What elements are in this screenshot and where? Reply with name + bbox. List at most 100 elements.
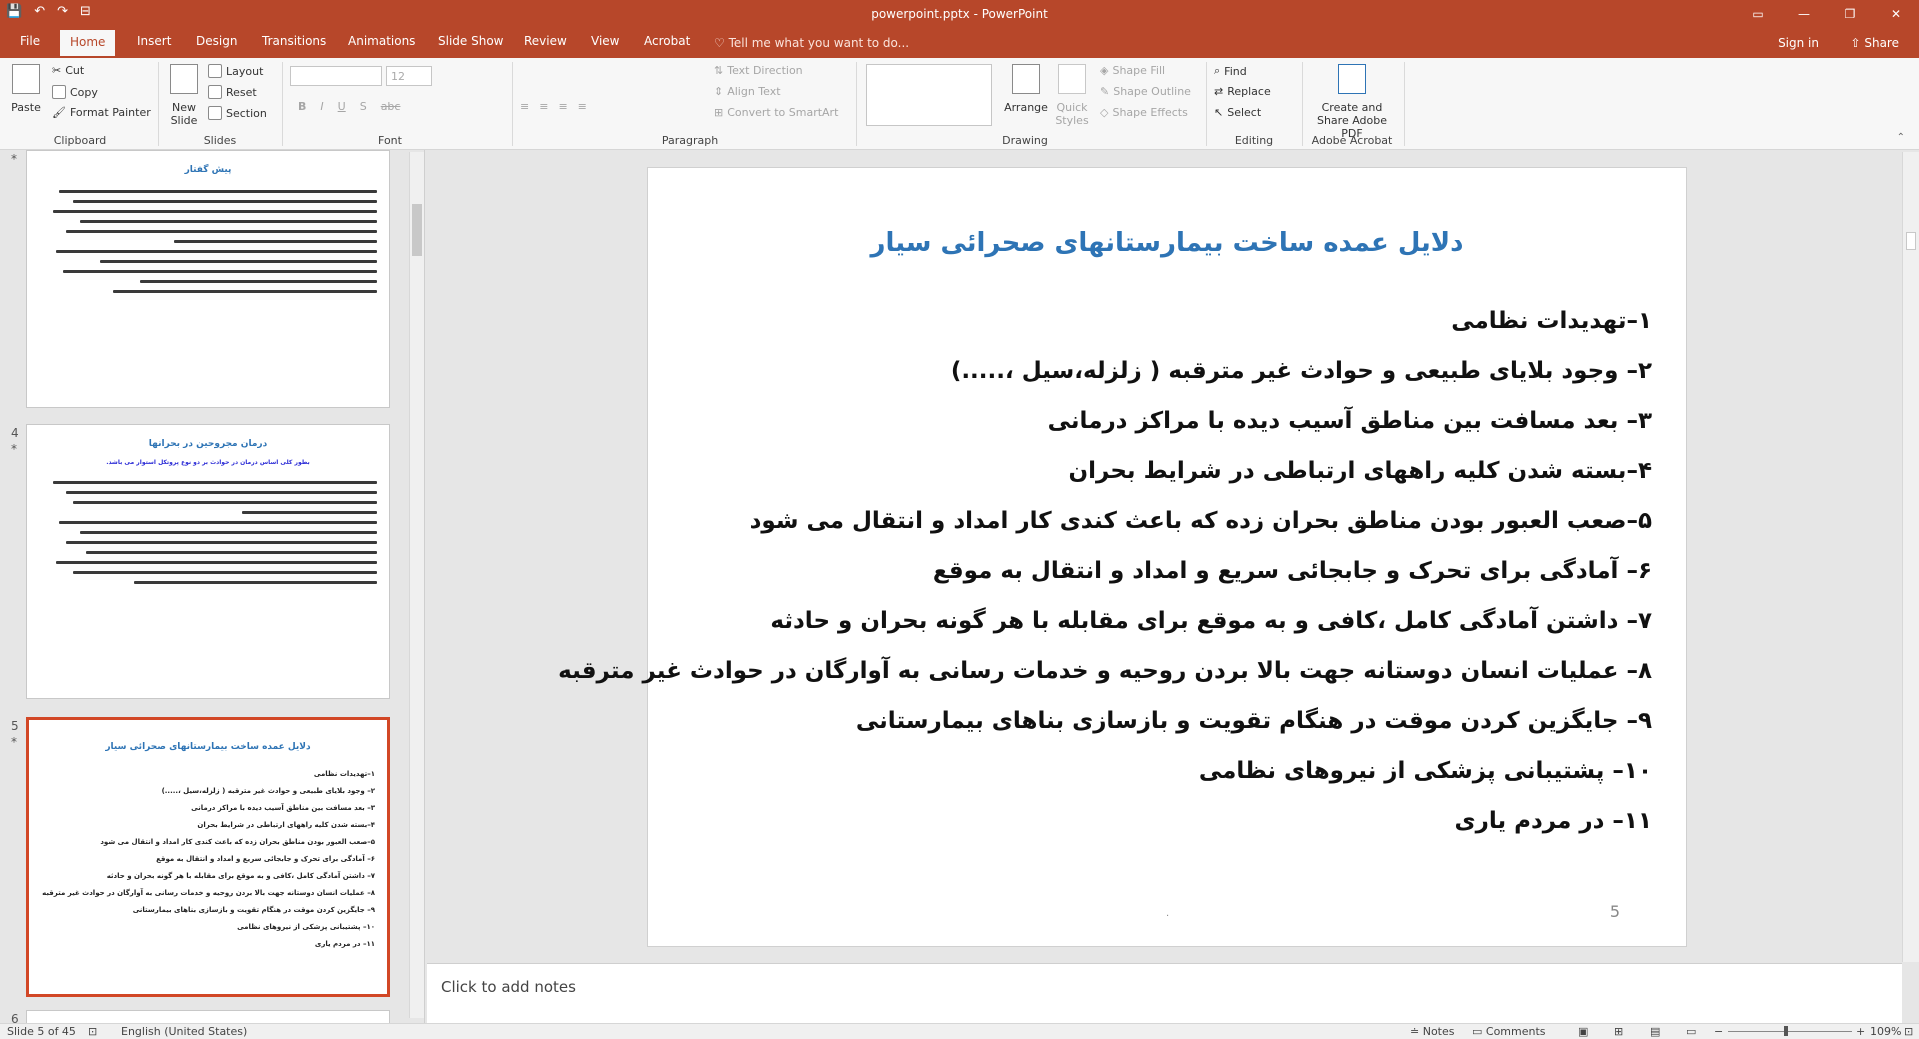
- reset-icon: [208, 85, 222, 99]
- thumb-text-lines: [27, 175, 389, 293]
- sign-in-link[interactable]: Sign in: [1778, 36, 1819, 50]
- convert-smartart-label: Convert to SmartArt: [727, 106, 839, 119]
- text-direction-button[interactable]: ⇅ Text Direction: [714, 64, 803, 77]
- slide-show-icon[interactable]: ▭: [1686, 1025, 1696, 1038]
- align-text-button[interactable]: ⇕ Align Text: [714, 85, 781, 98]
- comment-icon: ▭: [1472, 1025, 1486, 1038]
- spelling-check-icon[interactable]: ⊡: [88, 1025, 97, 1038]
- window-controls: ▭ — ❐ ✕: [1735, 0, 1919, 28]
- italic-button[interactable]: I: [320, 100, 323, 113]
- notes-placeholder: Click to add notes: [441, 978, 576, 996]
- notes-toggle[interactable]: ≐ Notes: [1410, 1025, 1455, 1038]
- arrange-button[interactable]: Arrange: [1004, 64, 1048, 114]
- strikethrough-button[interactable]: abc: [381, 100, 401, 113]
- select-icon: ↖: [1214, 106, 1224, 119]
- scrollbar-thumb[interactable]: [412, 204, 422, 256]
- reset-button[interactable]: Reset: [208, 85, 257, 99]
- slide-number: 4: [11, 426, 19, 440]
- zoom-slider-thumb[interactable]: [1784, 1026, 1788, 1036]
- zoom-in-icon[interactable]: +: [1856, 1025, 1865, 1038]
- group-divider: [856, 62, 857, 146]
- shape-outline-label: Shape Outline: [1113, 85, 1191, 98]
- select-button[interactable]: ↖ Select: [1214, 106, 1261, 119]
- section-button[interactable]: Section: [208, 106, 267, 120]
- paste-button[interactable]: Paste: [8, 64, 44, 114]
- align-text-label: Align Text: [727, 85, 781, 98]
- slide-sorter-icon[interactable]: ⊞: [1614, 1025, 1623, 1038]
- bold-button[interactable]: B: [298, 100, 306, 113]
- close-icon[interactable]: ✕: [1873, 0, 1919, 28]
- ribbon-tabs: File Home Insert Design Transitions Anim…: [0, 28, 1919, 58]
- language-indicator[interactable]: English (United States): [121, 1025, 247, 1038]
- shadow-button[interactable]: S: [360, 100, 367, 113]
- slide-scrollbar[interactable]: [1902, 152, 1919, 962]
- slide-counter: Slide 5 of 45: [7, 1025, 76, 1038]
- tab-acrobat[interactable]: Acrobat: [644, 34, 690, 48]
- share-button[interactable]: ⇧ Share: [1850, 36, 1899, 50]
- paste-label: Paste: [11, 101, 41, 114]
- shape-outline-button[interactable]: ✎ Shape Outline: [1100, 85, 1191, 98]
- tab-transitions[interactable]: Transitions: [262, 34, 326, 48]
- slide-title[interactable]: دلایل عمده ساخت بیمارستانهای صحرائی سیار: [648, 228, 1686, 258]
- justify-icon[interactable]: ≡: [578, 100, 587, 113]
- zoom-out-icon[interactable]: −: [1714, 1025, 1723, 1038]
- tab-animations[interactable]: Animations: [348, 34, 415, 48]
- find-button[interactable]: ⌕ Find: [1214, 64, 1247, 78]
- font-size-combo[interactable]: 12: [386, 66, 432, 86]
- thumb-title: دلایل عمده ساخت بیمارستانهای صحرائی سیار: [105, 742, 311, 752]
- group-divider: [1302, 62, 1303, 146]
- minimize-icon[interactable]: —: [1781, 0, 1827, 28]
- underline-button[interactable]: U: [338, 100, 346, 113]
- slide-thumbnail-selected[interactable]: دلایل عمده ساخت بیمارستانهای صحرائی سیار…: [26, 717, 390, 997]
- slide-thumbnail[interactable]: درمان مجروحین در بحرانها بطور کلی اساس د…: [26, 424, 390, 699]
- tab-file[interactable]: File: [20, 34, 40, 48]
- tab-home[interactable]: Home: [60, 30, 116, 56]
- thumbnails-scrollbar[interactable]: [409, 152, 424, 1018]
- shape-fill-label: Shape Fill: [1112, 64, 1166, 77]
- notes-pane[interactable]: Click to add notes: [427, 963, 1902, 1023]
- fit-slide-icon[interactable]: ⊡: [1904, 1025, 1913, 1038]
- font-name-combo[interactable]: [290, 66, 382, 86]
- text-direction-label: Text Direction: [727, 64, 803, 77]
- reading-view-icon[interactable]: ▤: [1650, 1025, 1660, 1038]
- align-right-icon[interactable]: ≡: [558, 100, 567, 113]
- tab-review[interactable]: Review: [524, 34, 567, 48]
- shape-effects-button[interactable]: ◇ Shape Effects: [1100, 106, 1188, 119]
- scrollbar-thumb[interactable]: [1906, 232, 1916, 250]
- tell-me-box[interactable]: ♡ Tell me what you want to do...: [714, 36, 909, 50]
- section-label: Section: [226, 106, 267, 120]
- clipboard-group-label: Clipboard: [53, 134, 107, 147]
- ribbon-display-options-icon[interactable]: ▭: [1735, 0, 1781, 28]
- format-painter-button[interactable]: 🖌 Format Painter: [52, 106, 151, 119]
- comments-toggle[interactable]: ▭ Comments: [1472, 1025, 1546, 1038]
- tab-design[interactable]: Design: [196, 34, 237, 48]
- slide-thumbnail[interactable]: [26, 1010, 390, 1023]
- replace-button[interactable]: ⇄ Replace: [1214, 85, 1271, 98]
- restore-icon[interactable]: ❐: [1827, 0, 1873, 28]
- zoom-slider[interactable]: [1728, 1026, 1852, 1036]
- tab-view[interactable]: View: [591, 34, 619, 48]
- cut-button[interactable]: ✂ Cut: [52, 64, 84, 77]
- slide-list-item: ۳– بعد مسافت بین مناطق آسیب دیده با مراک…: [1047, 408, 1652, 434]
- zoom-level[interactable]: 109%: [1870, 1025, 1901, 1038]
- create-share-pdf-button[interactable]: Create and Share Adobe PDF: [1306, 64, 1398, 140]
- slide-thumbnail[interactable]: پیش گفتار: [26, 150, 390, 408]
- current-slide[interactable]: دلایل عمده ساخت بیمارستانهای صحرائی سیار…: [558, 167, 1687, 947]
- slide-content-placeholder[interactable]: ۱–تهدیدات نظامی ۲– وجود بلایای طبیعی و ح…: [558, 296, 1652, 846]
- tab-insert[interactable]: Insert: [137, 34, 171, 48]
- align-center-icon[interactable]: ≡: [539, 100, 548, 113]
- layout-label: Layout: [226, 64, 264, 78]
- collapse-ribbon-icon[interactable]: ⌃: [1897, 132, 1905, 143]
- quick-styles-button[interactable]: Quick Styles: [1052, 64, 1092, 127]
- normal-view-icon[interactable]: ▣: [1578, 1025, 1588, 1038]
- shapes-gallery[interactable]: [866, 64, 992, 126]
- shape-fill-button[interactable]: ◈ Shape Fill: [1100, 64, 1165, 77]
- thumb-item: ۲– وجود بلایای طبیعی و حوادث غیر مترقبه …: [161, 787, 375, 795]
- copy-button[interactable]: Copy: [52, 85, 98, 99]
- new-slide-button[interactable]: New Slide: [166, 64, 202, 127]
- thumb-item: ۴–بسته شدن کلیه راههای ارتباطی در شرایط …: [197, 821, 375, 829]
- tab-slide-show[interactable]: Slide Show: [438, 34, 503, 48]
- layout-button[interactable]: Layout: [208, 64, 263, 78]
- align-left-icon[interactable]: ≡: [520, 100, 529, 113]
- convert-smartart-button[interactable]: ⊞ Convert to SmartArt: [714, 106, 838, 119]
